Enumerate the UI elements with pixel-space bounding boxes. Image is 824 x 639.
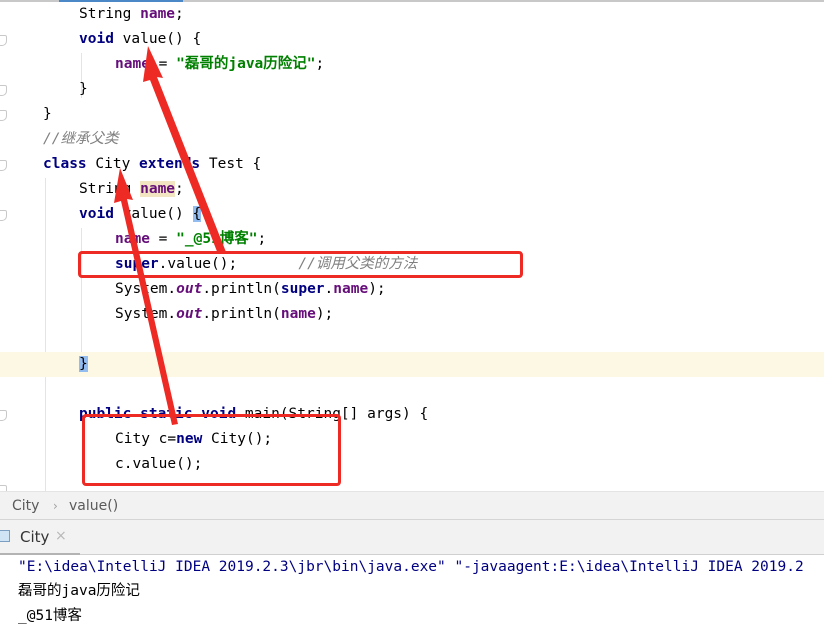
code-token: name <box>333 281 369 297</box>
code-token: ; <box>175 6 184 22</box>
code-text: void value() { <box>79 27 201 52</box>
code-text: System.out.println(super.name); <box>115 277 386 302</box>
code-token: ); <box>315 306 334 322</box>
code-text: String name; <box>79 2 184 27</box>
code-text: } <box>43 102 52 127</box>
code-token: Test { <box>200 156 262 172</box>
code-token: System. <box>115 306 177 322</box>
code-text: name = "_@51博客"; <box>115 227 266 252</box>
code-token: super <box>280 281 325 297</box>
code-token: out <box>176 306 203 322</box>
code-token: void <box>79 31 114 47</box>
console-line-output: _@51博客 <box>18 608 82 624</box>
code-token: out <box>176 281 203 297</box>
code-line[interactable]: void value() { <box>0 202 824 227</box>
run-tab-label: City <box>20 528 50 546</box>
code-token: = <box>149 56 177 72</box>
code-token: String <box>79 181 141 197</box>
code-text: //继承父类 <box>43 127 118 152</box>
code-token: name <box>140 6 176 22</box>
code-line[interactable] <box>0 377 824 402</box>
console-icon <box>0 530 10 542</box>
code-line[interactable]: } <box>0 352 824 377</box>
code-line[interactable] <box>0 327 824 352</box>
code-line[interactable]: void value() { <box>0 27 824 52</box>
code-line[interactable]: } <box>0 102 824 127</box>
code-token: name <box>115 231 150 247</box>
code-token: String <box>79 6 141 22</box>
breadcrumb-separator-icon: › <box>53 499 58 513</box>
code-line[interactable]: class City extends Test { <box>0 152 824 177</box>
breadcrumb-item-class[interactable]: City <box>12 492 39 520</box>
code-editor[interactable]: String name; void value() {name = "磊哥的jav… <box>0 0 824 491</box>
annotation-box-main-body <box>82 414 341 486</box>
code-token: ; <box>175 181 184 197</box>
code-text: } <box>79 77 88 102</box>
code-line[interactable]: name = "磊哥的java历险记"; <box>0 52 824 77</box>
code-token: System. <box>115 281 177 297</box>
code-token: ; <box>257 231 267 247</box>
annotation-box-super-call <box>78 251 523 278</box>
code-text: System.out.println(name); <box>115 302 333 327</box>
code-token: class <box>43 156 87 172</box>
code-line[interactable]: System.out.println(super.name); <box>0 277 824 302</box>
code-token: City <box>86 156 140 172</box>
code-line[interactable]: String name; <box>0 2 824 27</box>
code-token: extends <box>139 156 201 172</box>
code-token: void <box>79 206 114 222</box>
code-line[interactable]: //继承父类 <box>0 127 824 152</box>
code-text: } <box>79 352 88 377</box>
run-console[interactable]: "E:\idea\IntelliJ IDEA 2019.2.3\jbr\bin\… <box>0 555 824 639</box>
code-text: String name; <box>79 177 184 202</box>
code-token: { <box>192 206 202 222</box>
code-token: .println( <box>202 306 281 322</box>
code-line[interactable]: System.out.println(name); <box>0 302 824 327</box>
code-token: . <box>324 281 334 297</box>
code-token: .println( <box>202 281 281 297</box>
tab-run-city[interactable]: City × <box>0 520 80 556</box>
console-line-command: "E:\idea\IntelliJ IDEA 2019.2.3\jbr\bin\… <box>18 559 804 575</box>
code-token: } <box>79 81 88 97</box>
code-text: name = "磊哥的java历险记"; <box>115 52 324 77</box>
code-token: } <box>43 106 52 122</box>
code-token: value() <box>113 206 193 222</box>
code-token: "_@51博客" <box>176 231 258 247</box>
code-line[interactable]: String name; <box>0 177 824 202</box>
console-line-output: 磊哥的java历险记 <box>18 583 140 599</box>
code-token: } <box>79 356 88 372</box>
code-token: ; <box>315 56 325 72</box>
code-token: = <box>149 231 177 247</box>
code-token: name <box>140 181 176 197</box>
code-token: //继承父类 <box>43 131 119 147</box>
run-tab-bar: City × <box>0 520 824 556</box>
breadcrumb: City › value() <box>0 491 824 520</box>
code-line[interactable]: } <box>0 77 824 102</box>
code-line[interactable]: name = "_@51博客"; <box>0 227 824 252</box>
code-token: "磊哥的java历险记" <box>176 56 316 72</box>
code-token: name <box>115 56 150 72</box>
code-text: void value() { <box>79 202 202 227</box>
breadcrumb-item-method[interactable]: value() <box>69 492 118 520</box>
close-icon[interactable]: × <box>55 528 67 544</box>
code-token: name <box>280 306 316 322</box>
code-token: value() { <box>113 31 202 47</box>
code-text: class City extends Test { <box>43 152 261 177</box>
code-token: ); <box>368 281 386 297</box>
